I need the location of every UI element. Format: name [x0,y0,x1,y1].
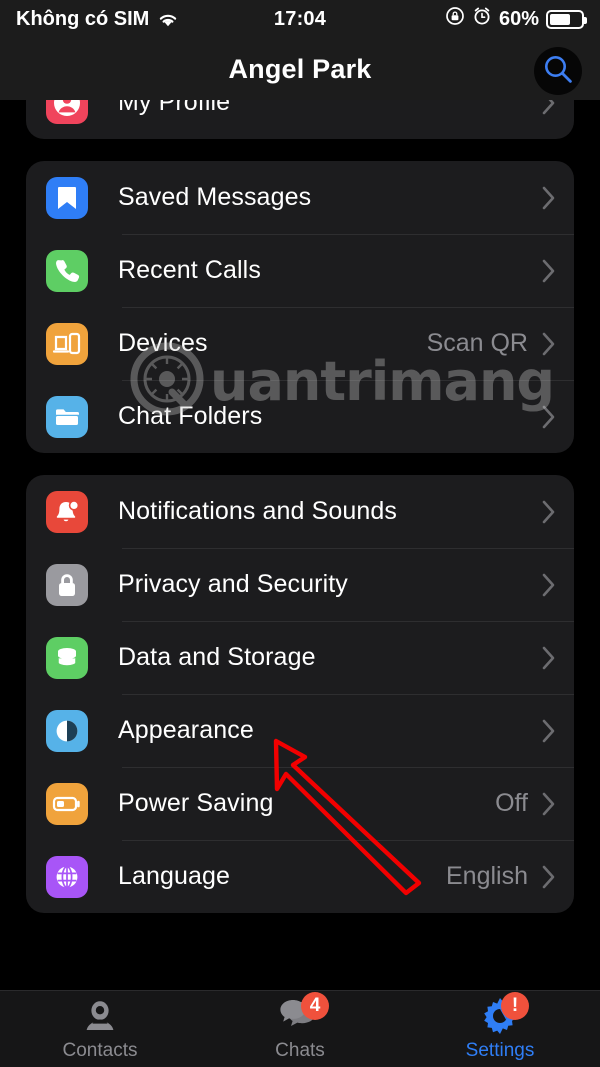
settings-list[interactable]: My Profile Saved Messages Recent Calls D… [0,100,600,990]
chevron-right-icon [542,332,556,356]
tab-label: Contacts [62,1040,138,1061]
settings-section-general: Notifications and Sounds Privacy and Sec… [26,475,574,913]
list-item[interactable]: Devices Scan QR [26,307,574,380]
list-item-label: Language [118,862,231,890]
list-item-label: Power Saving [118,789,274,817]
list-item[interactable]: My Profile [26,100,574,139]
database-icon [46,636,88,679]
chevron-right-icon [542,573,556,597]
tab-label: Settings [465,1040,535,1061]
list-item-label: Chat Folders [118,402,263,430]
status-bar-right: 60% [445,6,587,32]
list-item-label: Devices [118,329,208,357]
list-item-label: Recent Calls [118,256,261,284]
folder-icon [46,395,88,438]
chevron-right-icon [542,259,556,283]
list-item-label: Data and Storage [118,643,316,671]
list-item[interactable]: Saved Messages [26,161,574,234]
lock-icon [46,563,88,606]
phone-icon [46,249,88,292]
bell-icon [46,490,88,533]
contacts-icon [77,996,123,1036]
list-item-value: Off [495,789,528,817]
tab-contacts[interactable]: Contacts [0,991,200,1067]
settings-section-profile: My Profile [26,100,574,139]
chevron-right-icon [542,646,556,670]
tab-label: Chats [275,1040,325,1061]
chevron-right-icon [542,792,556,816]
settings-badge: ! [501,992,529,1020]
search-button[interactable] [534,47,582,95]
contrast-icon [46,709,88,752]
list-item[interactable]: Recent Calls [26,234,574,307]
list-item-value: English [446,862,528,890]
list-item[interactable]: Notifications and Sounds [26,475,574,548]
tab-settings[interactable]: ! Settings [400,991,600,1067]
tab-bar: Contacts 4 Chats ! Settings [0,990,600,1067]
search-icon [541,52,575,91]
list-item[interactable]: Privacy and Security [26,548,574,621]
rotation-lock-icon [445,6,465,32]
profile-icon [46,100,88,124]
phone-screen: Không có SIM 17:04 60% Angel Park My Pro… [0,0,600,1067]
gear-icon: ! [477,992,529,1036]
chats-icon: 4 [277,992,329,1036]
list-item-label: My Profile [118,100,231,116]
chevron-right-icon [542,100,556,115]
bookmark-icon [46,176,88,219]
list-item[interactable]: Chat Folders [26,380,574,453]
tab-chats[interactable]: 4 Chats [200,991,400,1067]
list-item-label: Notifications and Sounds [118,497,397,525]
battery-fill [550,13,571,25]
list-item-label: Appearance [118,716,254,744]
globe-icon [46,855,88,898]
navigation-bar: Angel Park [0,38,600,100]
chevron-right-icon [542,500,556,524]
list-item-label: Saved Messages [118,183,312,211]
chevron-right-icon [542,405,556,429]
page-title: Angel Park [228,53,372,84]
list-item[interactable]: Language English [26,840,574,913]
alarm-clock-icon [472,6,492,32]
list-item[interactable]: Power Saving Off [26,767,574,840]
list-item-value: Scan QR [426,329,528,357]
list-item[interactable]: Data and Storage [26,621,574,694]
battery-icon [546,9,587,29]
list-item[interactable]: Appearance [26,694,574,767]
settings-section-chats: Saved Messages Recent Calls Devices Scan… [26,161,574,453]
list-item-label: Privacy and Security [118,570,348,598]
battery-percent-label: 60% [498,7,539,30]
status-bar: Không có SIM 17:04 60% [0,0,600,38]
chevron-right-icon [542,719,556,743]
battery-icon [46,782,88,825]
devices-icon [46,322,88,365]
chevron-right-icon [542,865,556,889]
chats-badge: 4 [301,992,329,1020]
chevron-right-icon [542,186,556,210]
